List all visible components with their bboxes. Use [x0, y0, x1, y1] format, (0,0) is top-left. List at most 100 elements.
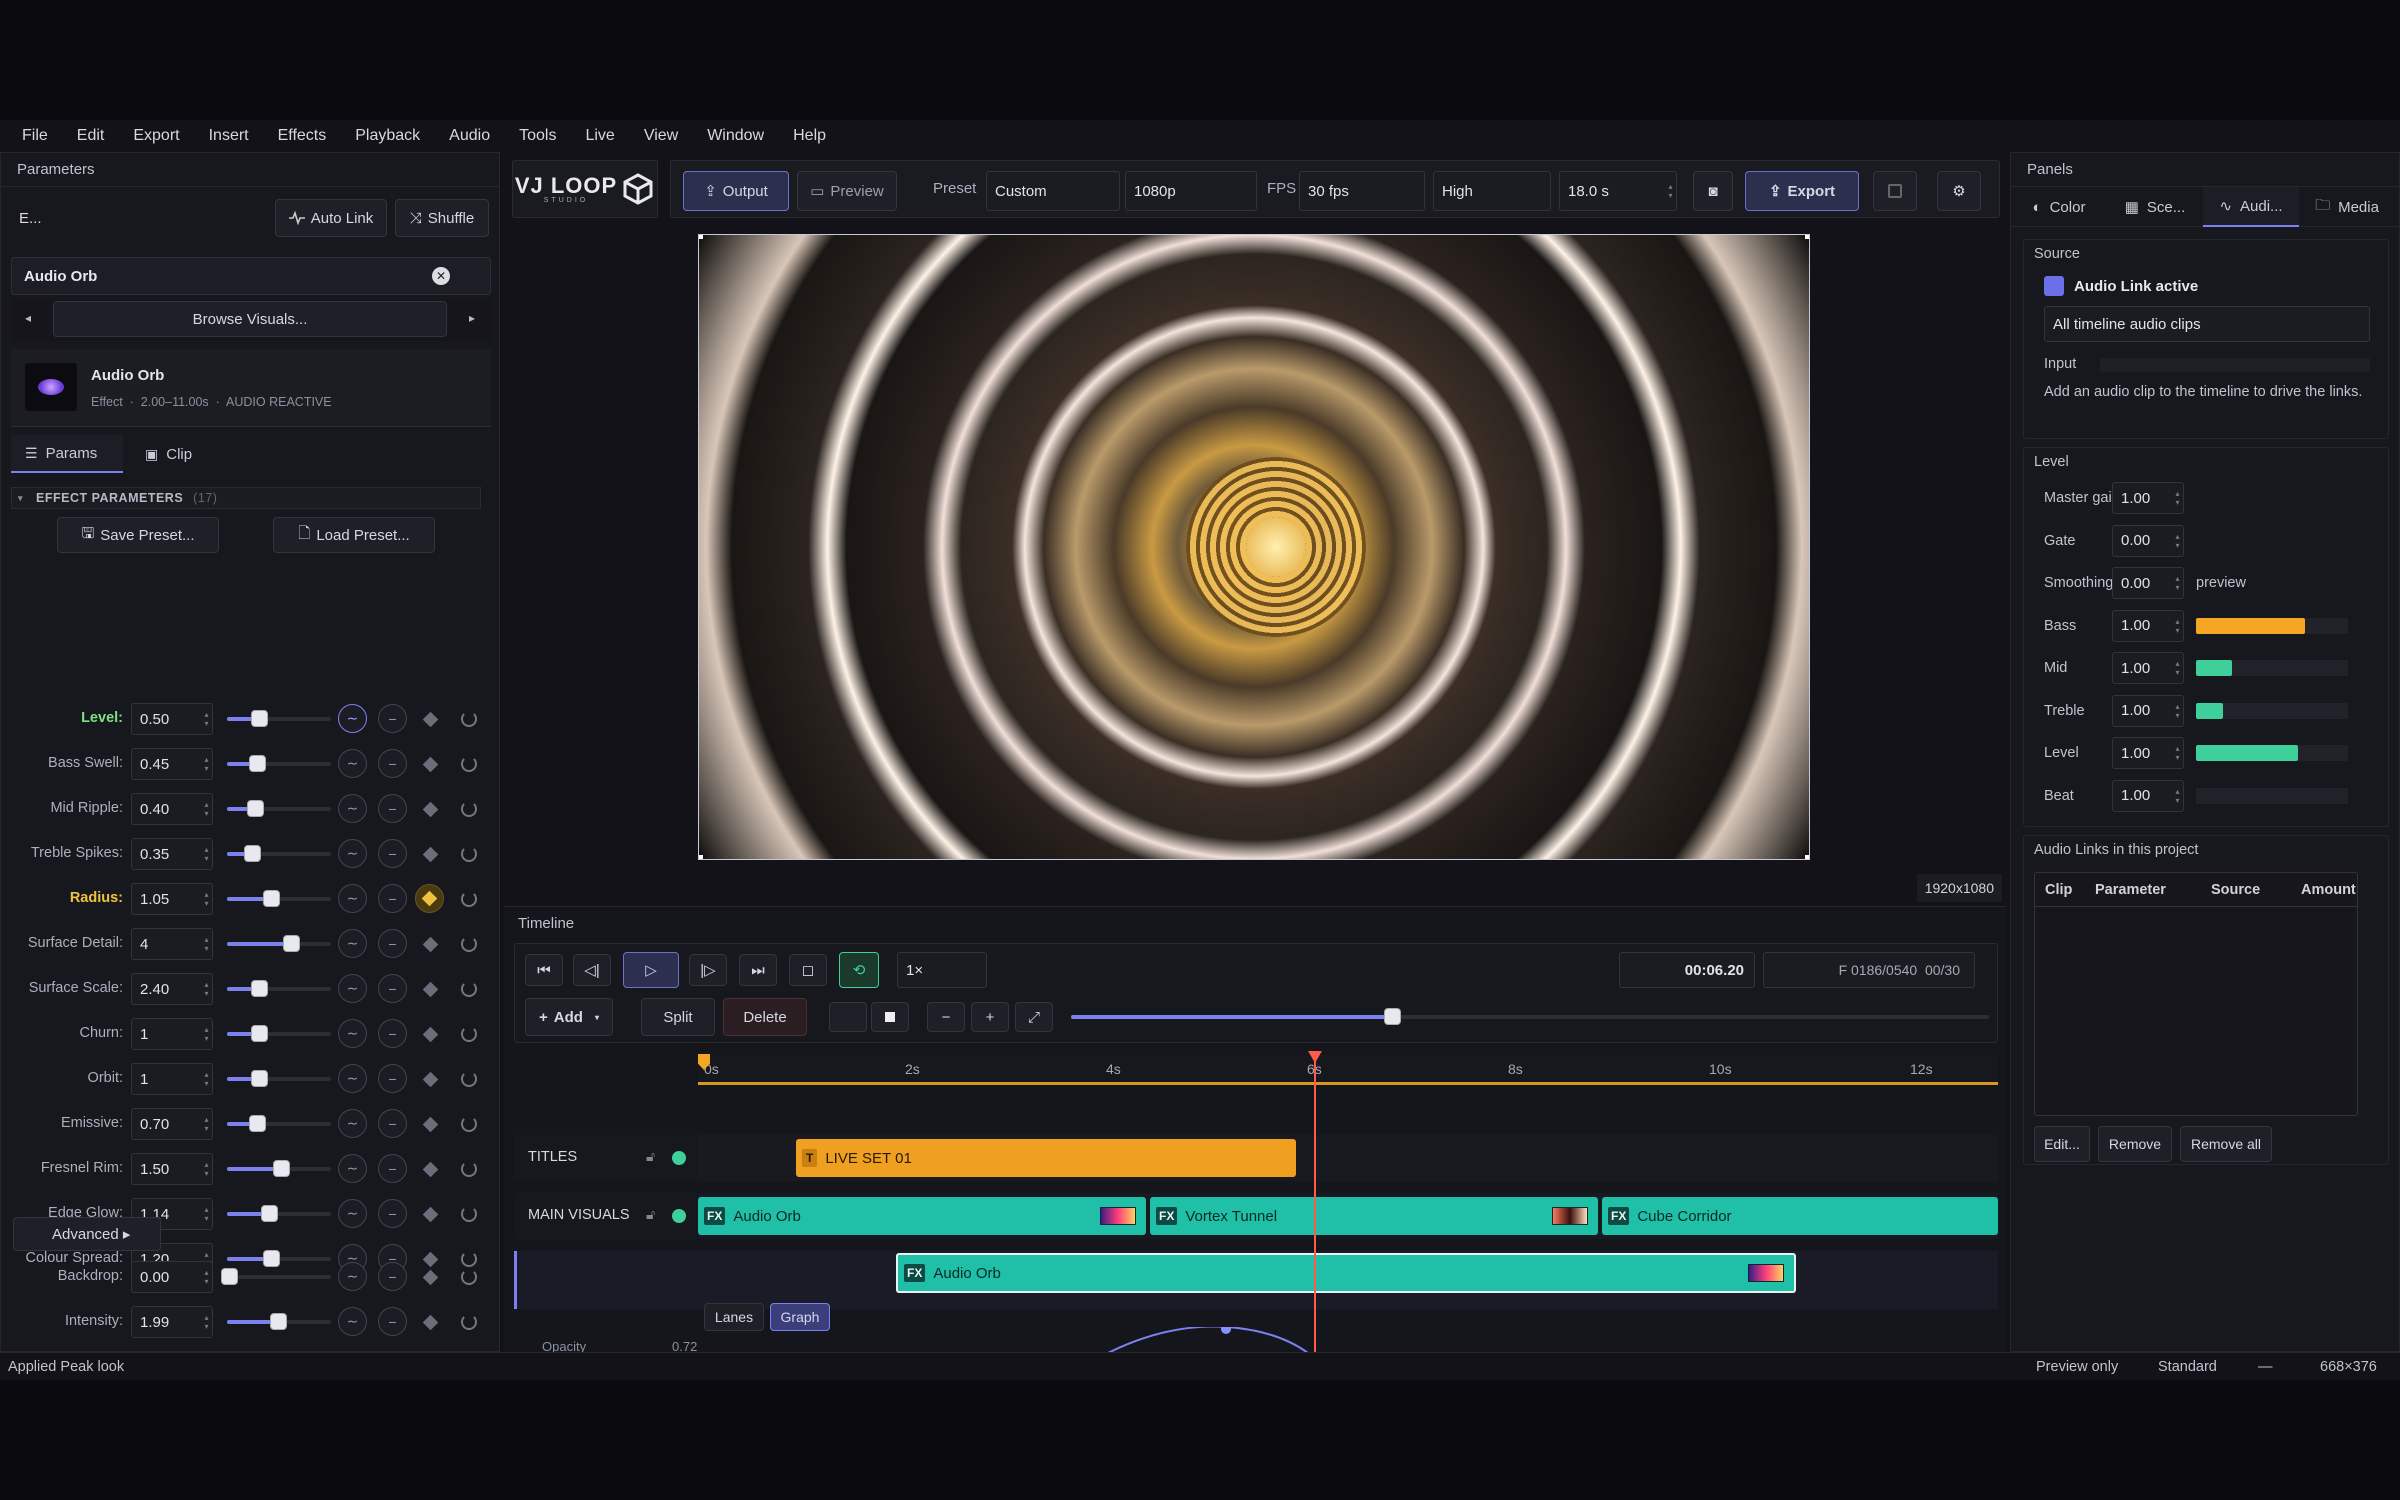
output-button[interactable]: ⇪ Output — [683, 171, 789, 211]
param-slider-knob[interactable] — [221, 1268, 238, 1285]
render-canvas[interactable] — [698, 234, 1810, 860]
fps-select[interactable]: 30 fps — [1299, 171, 1425, 211]
auto-link-button[interactable]: Auto Link — [275, 199, 387, 237]
param-value-input[interactable]: 0.00 — [131, 1261, 213, 1293]
param-value-input[interactable]: 2.40 — [131, 973, 213, 1005]
track-header[interactable] — [514, 1251, 698, 1309]
delete-button[interactable]: Delete — [723, 998, 807, 1036]
param-slider-knob[interactable] — [260, 1205, 278, 1222]
sub-clip[interactable]: FX Audio Orb — [896, 1253, 1796, 1293]
scrub-knob[interactable] — [1384, 1008, 1402, 1025]
split-button[interactable]: Split — [641, 998, 715, 1036]
lfo-icon[interactable]: − — [378, 1154, 407, 1183]
time-ruler[interactable]: 0s2s4s6s8s10s12s — [698, 1055, 1998, 1085]
fit-icon[interactable]: ⤢ — [1015, 1002, 1053, 1032]
zoom-in-icon[interactable]: + — [971, 1002, 1009, 1032]
audio-link-icon[interactable]: ∼ — [338, 974, 367, 1003]
lfo-icon[interactable]: − — [378, 749, 407, 778]
param-slider[interactable] — [227, 1275, 331, 1279]
preset-select[interactable]: Custom — [986, 171, 1120, 211]
square-icon[interactable] — [871, 1002, 909, 1032]
chevron-right-icon[interactable]: ▸ — [469, 311, 475, 325]
reset-icon[interactable] — [461, 981, 477, 997]
level-value-input[interactable]: 1.00 — [2112, 694, 2184, 727]
save-preset-button[interactable]: 🖫 Save Preset... — [57, 517, 219, 553]
loop-icon[interactable]: ⟲ — [839, 952, 879, 988]
reset-icon[interactable] — [461, 936, 477, 952]
resize-handle[interactable] — [699, 855, 703, 859]
param-value-input[interactable]: 1 — [131, 1018, 213, 1050]
track-header[interactable]: TITLES 🔓︎ — [514, 1135, 698, 1181]
menu-item[interactable]: Insert — [209, 127, 249, 145]
audio-link-icon[interactable]: ∼ — [338, 1262, 367, 1291]
marker-button[interactable] — [829, 1002, 867, 1032]
reset-icon[interactable] — [461, 756, 477, 772]
main-clip-1[interactable]: FX Audio Orb — [698, 1197, 1146, 1235]
playhead[interactable] — [1314, 1057, 1316, 1353]
main-clip-2[interactable]: FX Vortex Tunnel — [1150, 1197, 1598, 1235]
camera-icon[interactable]: ◙ — [1693, 171, 1733, 211]
title-clip[interactable]: T LIVE SET 01 — [796, 1139, 1296, 1177]
audio-link-icon[interactable]: ∼ — [338, 1019, 367, 1048]
preview-button[interactable]: ▭ Preview — [797, 171, 897, 211]
param-value-input[interactable]: 1.50 — [131, 1153, 213, 1185]
shuffle-button[interactable]: ⤨ Shuffle — [395, 199, 489, 237]
param-slider-knob[interactable] — [247, 800, 264, 817]
menu-item[interactable]: Live — [585, 127, 614, 145]
reset-icon[interactable] — [461, 1269, 477, 1285]
lfo-icon[interactable]: − — [378, 1199, 407, 1228]
lfo-icon[interactable]: − — [378, 1307, 407, 1336]
reset-icon[interactable] — [461, 711, 477, 727]
level-value-input[interactable]: 0.00 — [2112, 567, 2184, 599]
resize-handle[interactable] — [1805, 855, 1809, 859]
keyframe-icon[interactable] — [422, 756, 439, 773]
audio-link-icon[interactable]: ∼ — [338, 1307, 367, 1336]
audio-link-icon[interactable]: ∼ — [338, 704, 367, 733]
keyframe-icon[interactable] — [415, 884, 444, 913]
keyframe-icon[interactable] — [422, 1161, 439, 1178]
reset-icon[interactable] — [461, 1161, 477, 1177]
play-button[interactable]: ▷ — [623, 952, 679, 988]
keyframe-icon[interactable] — [422, 981, 439, 998]
resize-handle[interactable] — [699, 235, 703, 239]
menu-item[interactable]: View — [644, 127, 678, 145]
audio-link-icon[interactable]: ∼ — [338, 749, 367, 778]
stop-icon[interactable]: ◻ — [789, 954, 827, 986]
level-value-input[interactable]: 0.00 — [2112, 524, 2184, 557]
lanes-toggle[interactable]: Lanes — [704, 1303, 764, 1331]
level-value-input[interactable]: 1.00 — [2112, 779, 2184, 812]
effect-parameters-header[interactable]: ▾ EFFECT PARAMETERS (17) — [11, 487, 481, 509]
reset-icon[interactable] — [461, 1116, 477, 1132]
param-slider-knob[interactable] — [251, 710, 269, 727]
reset-icon[interactable] — [461, 1314, 477, 1330]
keyframe-icon[interactable] — [422, 1026, 439, 1043]
param-value-input[interactable]: 1.05 — [131, 883, 213, 915]
track-header[interactable]: MAIN VISUALS 🔓︎ — [514, 1193, 698, 1239]
graph-toggle[interactable]: Graph — [770, 1303, 830, 1331]
reset-icon[interactable] — [461, 1026, 477, 1042]
audio-link-icon[interactable]: ∼ — [338, 884, 367, 913]
keyframe-icon[interactable] — [422, 1269, 439, 1286]
audio-source-select[interactable]: All timeline audio clips — [2044, 306, 2370, 342]
param-value-input[interactable]: 1 — [131, 1063, 213, 1095]
transition-icon[interactable] — [1552, 1207, 1588, 1225]
lfo-icon[interactable]: − — [378, 839, 407, 868]
reset-icon[interactable] — [461, 1071, 477, 1087]
menu-item[interactable]: Help — [793, 127, 826, 145]
menu-item[interactable]: Window — [707, 127, 764, 145]
reset-icon[interactable] — [461, 801, 477, 817]
main-clip-3[interactable]: FX Cube Corridor — [1602, 1197, 1998, 1235]
audio-link-icon[interactable]: ∼ — [338, 1199, 367, 1228]
param-value-input[interactable]: 1.99 — [131, 1306, 213, 1338]
keyframe-icon[interactable] — [422, 1206, 439, 1223]
param-value-input[interactable]: 0.45 — [131, 748, 213, 780]
automation-curve[interactable] — [1108, 1327, 1348, 1353]
param-slider-knob[interactable] — [269, 1313, 287, 1330]
advanced-toggle[interactable]: Advanced ▸ — [13, 1217, 161, 1251]
duration-input[interactable]: 18.0 s — [1559, 171, 1677, 211]
param-slider-knob[interactable] — [273, 1160, 290, 1177]
gear-icon[interactable]: ⚙ — [1937, 171, 1981, 211]
lfo-icon[interactable]: − — [378, 929, 407, 958]
param-slider-knob[interactable] — [262, 890, 280, 907]
load-preset-button[interactable]: 🗋 Load Preset... — [273, 517, 435, 553]
